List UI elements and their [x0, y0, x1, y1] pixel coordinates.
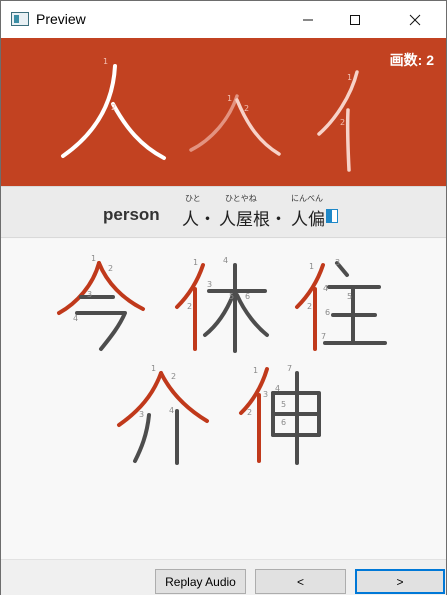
svg-text:6: 6 — [281, 418, 286, 427]
stroke-order-diagram: 1 2 1 2 1 2 — [61, 57, 359, 172]
svg-text:3: 3 — [207, 280, 212, 289]
svg-text:1: 1 — [193, 258, 198, 267]
stroke-order-banner: 1 2 1 2 1 2 画数: 2 — [1, 38, 446, 186]
svg-text:4: 4 — [275, 384, 280, 393]
previous-button[interactable]: < — [255, 569, 346, 594]
example-kanji-panel: 1234 124356 1234567 1234 1274563 — [1, 239, 446, 559]
svg-text:2: 2 — [340, 118, 345, 127]
replay-audio-button[interactable]: Replay Audio — [155, 569, 246, 594]
svg-text:1: 1 — [91, 254, 96, 263]
maximize-button[interactable] — [332, 1, 378, 38]
svg-text:3: 3 — [139, 410, 144, 419]
svg-text:5: 5 — [229, 292, 234, 301]
stroke-frame-radical: 1 2 — [317, 70, 359, 172]
svg-text:2: 2 — [247, 408, 252, 417]
svg-text:4: 4 — [73, 314, 78, 323]
svg-text:4: 4 — [223, 256, 228, 265]
stroke-frame-full: 1 2 — [61, 57, 166, 160]
svg-text:2: 2 — [111, 103, 116, 112]
meaning-strip: person ひと 人・ ひとやね 人屋根・ にんべん 人偏 — [1, 186, 446, 238]
stroke-frame-second: 1 2 — [189, 94, 281, 156]
reading-ruby: ひとやね — [225, 194, 257, 203]
svg-text:1: 1 — [151, 364, 156, 373]
close-icon — [409, 14, 421, 25]
svg-text:2: 2 — [244, 104, 249, 113]
example-kanji-diagram: 1234 12435 6 1234567 123 4 1274563 — [57, 254, 387, 465]
svg-text:1: 1 — [253, 366, 258, 375]
svg-text:6: 6 — [325, 308, 330, 317]
stroke-order-numbers: 1234 12435 6 1234567 123 4 1274563 — [73, 254, 352, 427]
svg-text:7: 7 — [321, 332, 326, 341]
window-title: Preview — [36, 11, 86, 27]
maximize-icon — [350, 14, 360, 25]
reading-kanji: 人屋根・ — [219, 210, 287, 230]
svg-text:4: 4 — [323, 284, 328, 293]
svg-text:2: 2 — [187, 302, 192, 311]
example-kanji-0 — [57, 261, 145, 351]
app-icon — [11, 12, 29, 26]
text-cursor-icon — [326, 209, 338, 223]
svg-text:1: 1 — [103, 57, 108, 66]
reading-ruby: にんべん — [291, 194, 323, 203]
stroke-count-label: 画数: 2 — [389, 52, 434, 68]
title-bar: Preview — [1, 1, 446, 38]
next-button[interactable]: > — [355, 569, 445, 594]
reading-kanji: 人偏 — [291, 210, 325, 230]
svg-text:3: 3 — [335, 258, 340, 267]
svg-text:1: 1 — [347, 73, 352, 82]
example-kanji-3 — [117, 371, 209, 465]
svg-text:7: 7 — [287, 364, 292, 373]
reading-ruby: ひと — [185, 194, 201, 203]
close-button[interactable] — [392, 1, 438, 38]
minimize-button[interactable] — [285, 1, 331, 38]
svg-text:2: 2 — [108, 264, 113, 273]
reading-kanji: 人・ — [182, 210, 216, 230]
svg-text:5: 5 — [281, 400, 286, 409]
svg-text:5: 5 — [347, 292, 352, 301]
svg-text:1: 1 — [227, 94, 232, 103]
svg-text:3: 3 — [263, 390, 268, 399]
svg-text:2: 2 — [307, 302, 312, 311]
svg-text:2: 2 — [171, 372, 176, 381]
svg-text:1: 1 — [309, 262, 314, 271]
minimize-icon — [303, 19, 313, 20]
svg-text:6: 6 — [245, 292, 250, 301]
meaning-word: person — [103, 205, 160, 224]
bottom-toolbar: Replay Audio < > — [1, 559, 446, 595]
svg-text:3: 3 — [87, 290, 92, 299]
preview-window: Preview 1 2 1 2 1 2 画数: 2 person ひと 人・ ひ… — [0, 0, 447, 595]
svg-text:4: 4 — [169, 406, 174, 415]
